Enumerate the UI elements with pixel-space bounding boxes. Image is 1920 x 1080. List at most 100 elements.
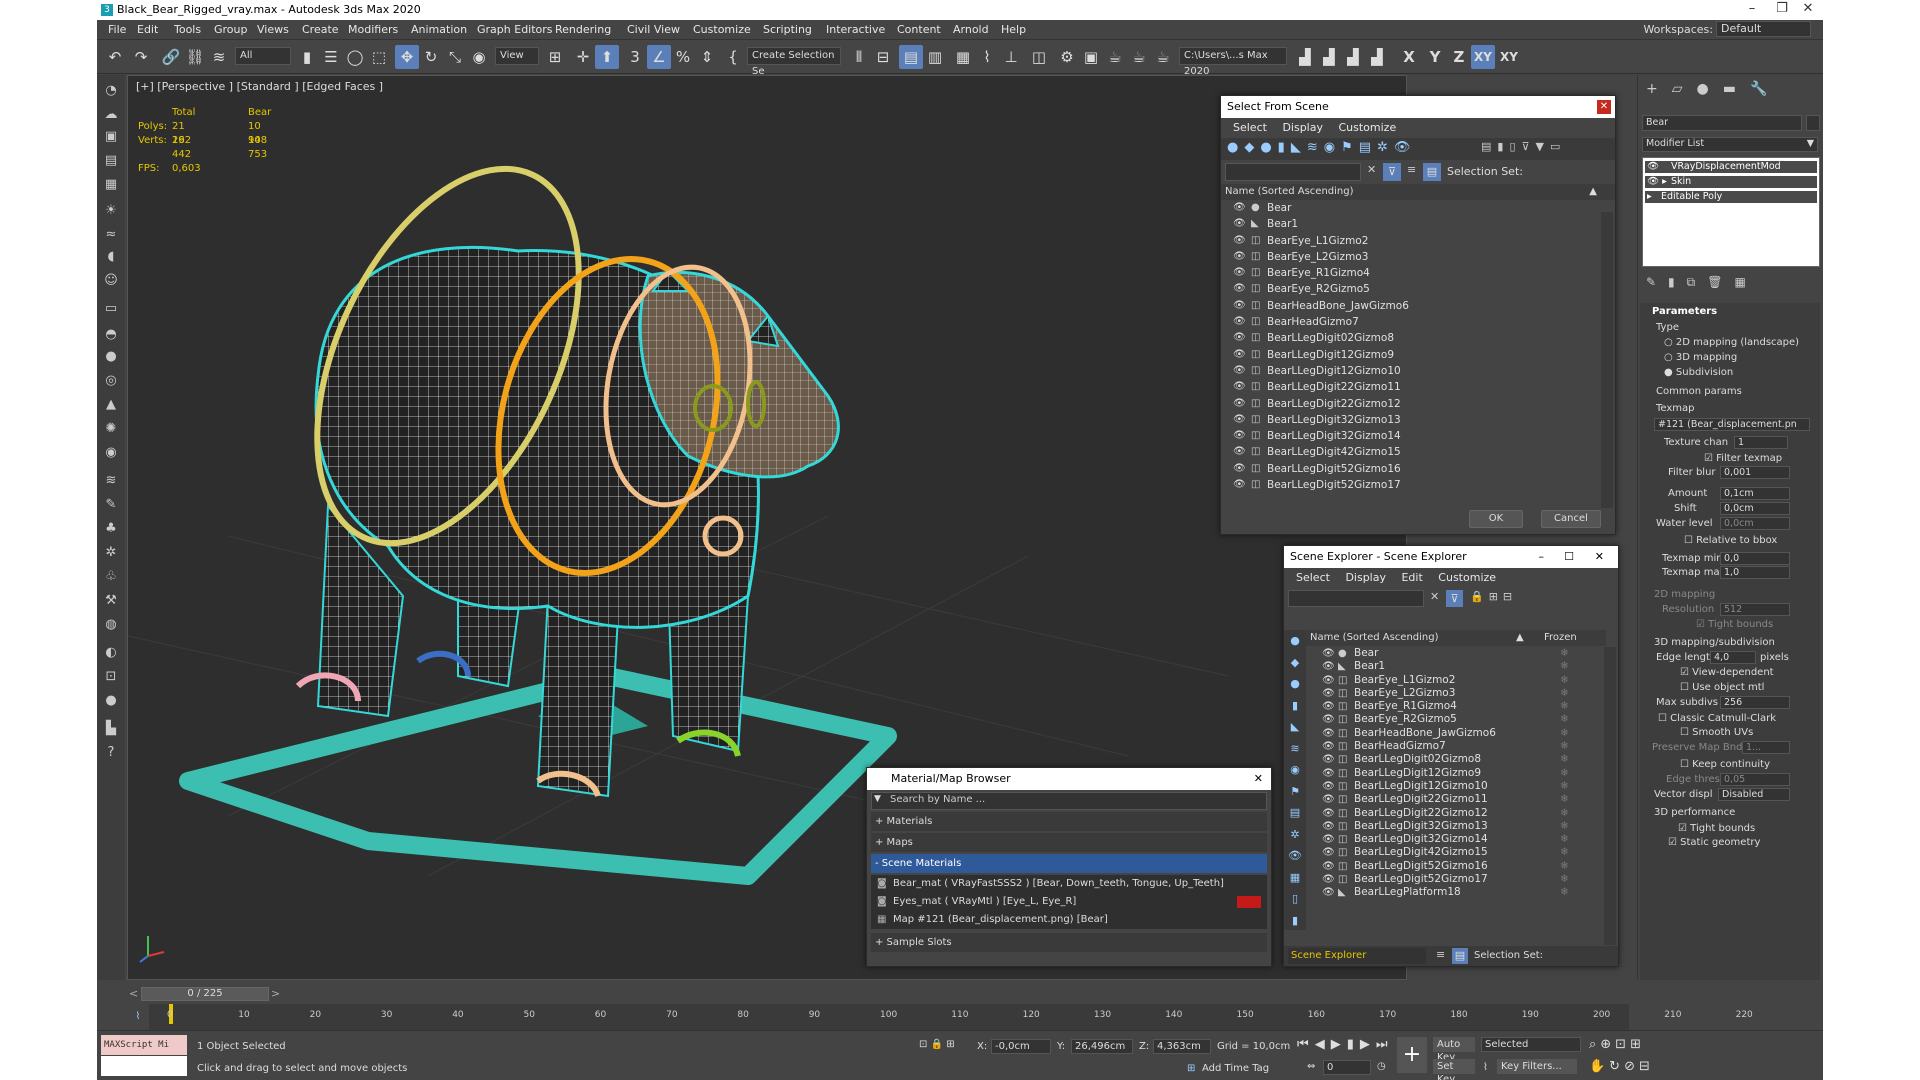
freeze-icon[interactable]: ❄ (1560, 820, 1569, 833)
select-manipulate-icon[interactable]: ✛ (571, 45, 595, 69)
list-item[interactable]: 👁 ◫ BearEye_L1Gizmo2 (1221, 233, 1615, 249)
name-column-header[interactable]: Name (Sorted Ascending) (1310, 632, 1439, 643)
move-icon[interactable]: ✥ (395, 45, 419, 69)
visibility-eye-icon[interactable]: 👁 (1233, 298, 1246, 314)
visibility-eye-icon[interactable]: 👁 (1322, 674, 1335, 687)
menu-customize[interactable]: Customize (1438, 571, 1496, 584)
scene-list-item[interactable]: 👁 ◫ BearLLegDigit12Gizmo9 ❄ (1306, 767, 1606, 780)
stack-item[interactable]: ▸ Editable Poly (1645, 191, 1817, 203)
visibility-eye-icon[interactable]: 👁 (1233, 330, 1246, 346)
project-manage-icon[interactable]: ▟ (1365, 45, 1389, 69)
selection-filter-dropdown[interactable]: All (235, 47, 291, 65)
schematic-view-icon[interactable]: ⊥ (999, 45, 1023, 69)
visibility-eye-icon[interactable]: 👁 (1233, 477, 1246, 493)
selection-set-icon[interactable]: ▤ (1452, 948, 1468, 964)
keep-continuity-checkbox[interactable]: ☐ Keep continuity (1680, 759, 1770, 770)
freeze-icon[interactable]: ❄ (1560, 753, 1569, 766)
ok-button[interactable]: OK (1469, 510, 1523, 528)
cancel-button[interactable]: Cancel (1541, 510, 1601, 528)
scene-list-item[interactable]: 👁 ◫ BearLLegDigit42Gizmo15 ❄ (1306, 846, 1606, 859)
menu-content[interactable]: Content (897, 23, 941, 36)
window-crossing-icon[interactable]: ⬚ (367, 45, 391, 69)
list-item[interactable]: 👁 ◫ BearLLegDigit02Gizmo8 (1221, 330, 1615, 346)
menu-graph-editors[interactable]: Graph Editors (477, 23, 553, 36)
freeze-icon[interactable]: ❄ (1560, 740, 1569, 753)
list-item[interactable]: 👁 ◫ BearEye_R2Gizmo5 (1221, 281, 1615, 297)
time-config-icon[interactable]: ◷ (1377, 1061, 1386, 1072)
align-icon[interactable]: ⊟ (871, 45, 895, 69)
modifier-list-dropdown[interactable]: Modifier List ▼ (1642, 137, 1818, 152)
visibility-eye-icon[interactable]: 👁 (1233, 249, 1246, 265)
list-item[interactable]: 👁 ◫ BearHeadGizmo7 (1221, 314, 1615, 330)
z-coordinate-field[interactable]: 4,363cm (1153, 1039, 1211, 1054)
viewport-layout-icon[interactable]: ◔ (101, 81, 121, 101)
reference-coord-dropdown[interactable]: View (495, 47, 539, 65)
key-tangent-icon[interactable]: ⌇ (1483, 1062, 1488, 1073)
visibility-eye-icon[interactable]: 👁 (1322, 647, 1335, 660)
visibility-eye-icon[interactable]: 👁 (1233, 461, 1246, 477)
unlink-icon[interactable]: ⛓ (183, 45, 207, 69)
scene-list-item[interactable]: 👁 ◫ BearLLegDigit52Gizmo16 ❄ (1306, 860, 1606, 873)
playback-controls[interactable]: ⏮◀▶▮▶⏭ (1297, 1037, 1394, 1052)
visibility-eye-icon[interactable]: 👁 (1233, 396, 1246, 412)
menu-edit[interactable]: Edit (137, 23, 158, 36)
tight-bounds-checkbox[interactable]: ☑ Tight bounds (1678, 823, 1755, 834)
command-panel-tabs[interactable]: +▱●▬🔧 (1646, 81, 1781, 97)
menu-file[interactable]: File (108, 23, 126, 36)
maxscript-output[interactable] (101, 1056, 187, 1076)
filter-icon[interactable]: ⊽ (1446, 590, 1463, 607)
axis-z-button[interactable]: Z (1447, 45, 1471, 69)
menu-group[interactable]: Group (214, 23, 248, 36)
menu-display[interactable]: Display (1282, 121, 1323, 134)
menu-tools[interactable]: Tools (174, 23, 201, 36)
filter-icon[interactable]: ⊽ (1383, 163, 1401, 181)
people-icon[interactable]: ☺ (101, 271, 121, 291)
auto-key-button[interactable]: Auto Key (1433, 1037, 1475, 1063)
freeze-icon[interactable]: ❄ (1560, 860, 1569, 873)
minimize-icon[interactable]: – (1737, 0, 1767, 20)
hair-icon[interactable]: ≋ (101, 471, 121, 491)
freeze-icon[interactable]: ❄ (1560, 713, 1569, 726)
visibility-eye-icon[interactable]: 👁 (1233, 347, 1246, 363)
viewport-nav-controls[interactable]: ⌕⊕⊡⊞ (1589, 1037, 1645, 1052)
project-set-icon[interactable]: ▟ (1317, 45, 1341, 69)
close-icon[interactable]: ✕ (1595, 546, 1604, 568)
visibility-eye-icon[interactable]: 👁 (1322, 727, 1335, 740)
scrollbar[interactable] (1601, 212, 1613, 508)
visibility-eye-icon[interactable]: 👁 (1322, 660, 1335, 673)
select-by-name-icon[interactable]: ☰ (319, 45, 343, 69)
lock-icon[interactable]: 🔒⊞⊟ (1470, 590, 1517, 603)
list-item[interactable]: 👁 ◫ BearLLegDigit52Gizmo17 (1221, 477, 1615, 493)
column-header[interactable]: Name (Sorted Ascending) ▲ (1221, 184, 1615, 200)
menu-views[interactable]: Views (257, 23, 289, 36)
selection-set-icon[interactable]: ▤ (1423, 163, 1441, 181)
shift-field[interactable]: 0,0cm (1720, 502, 1790, 515)
visibility-eye-icon[interactable]: 👁 (1233, 216, 1246, 232)
classic-catmull-checkbox[interactable]: ☐ Classic Catmull-Clark (1658, 713, 1776, 724)
scene-list-item[interactable]: 👁 ◫ BearEye_L2Gizmo3 ❄ (1306, 687, 1606, 700)
menu-civil-view[interactable]: Civil View (627, 23, 680, 36)
filter-icons[interactable]: ●◆●▮◣≋◉⚑▤✲👁 (1227, 140, 1447, 158)
help-icon[interactable]: ? (101, 743, 121, 763)
list-item[interactable]: 👁 ◫ BearLLegDigit42Gizmo15 (1221, 444, 1615, 460)
key-mode-dropdown[interactable]: Selected (1481, 1037, 1581, 1052)
scene-list-item[interactable]: 👁 ◣ Bear1 ❄ (1306, 660, 1606, 673)
group-materials[interactable]: + Materials (871, 812, 1267, 831)
scene-list-item[interactable]: 👁 ◫ BearLLegDigit32Gizmo13 ❄ (1306, 820, 1606, 833)
freeze-icon[interactable]: ❄ (1560, 780, 1569, 793)
scene-list-item[interactable]: 👁 ● Bear ❄ (1306, 647, 1606, 660)
named-selection-set-dropdown[interactable]: Create Selection Se (747, 47, 841, 77)
x-coordinate-field[interactable]: -0,0cm (991, 1039, 1051, 1054)
column-header[interactable]: Name (Sorted Ascending) ▲ Frozen (1306, 630, 1606, 646)
prev-frame-arrow-icon[interactable]: < (129, 987, 141, 1001)
scale-icon[interactable]: ⤡ (443, 45, 467, 69)
group-sample-slots[interactable]: + Sample Slots (871, 933, 1267, 952)
light-icon[interactable]: ☀ (101, 201, 121, 221)
freeze-icon[interactable]: ❄ (1560, 660, 1569, 673)
spinner-snap-icon[interactable]: ⇕ (695, 45, 719, 69)
texmap-min-field[interactable]: 0,0 (1720, 552, 1790, 565)
render-production-icon[interactable]: ☕ (1103, 45, 1127, 69)
menu-select[interactable]: Select (1233, 121, 1267, 134)
visibility-eye-icon[interactable]: 👁 (1233, 379, 1246, 395)
water-level-field[interactable]: 0,0cm (1720, 517, 1790, 530)
